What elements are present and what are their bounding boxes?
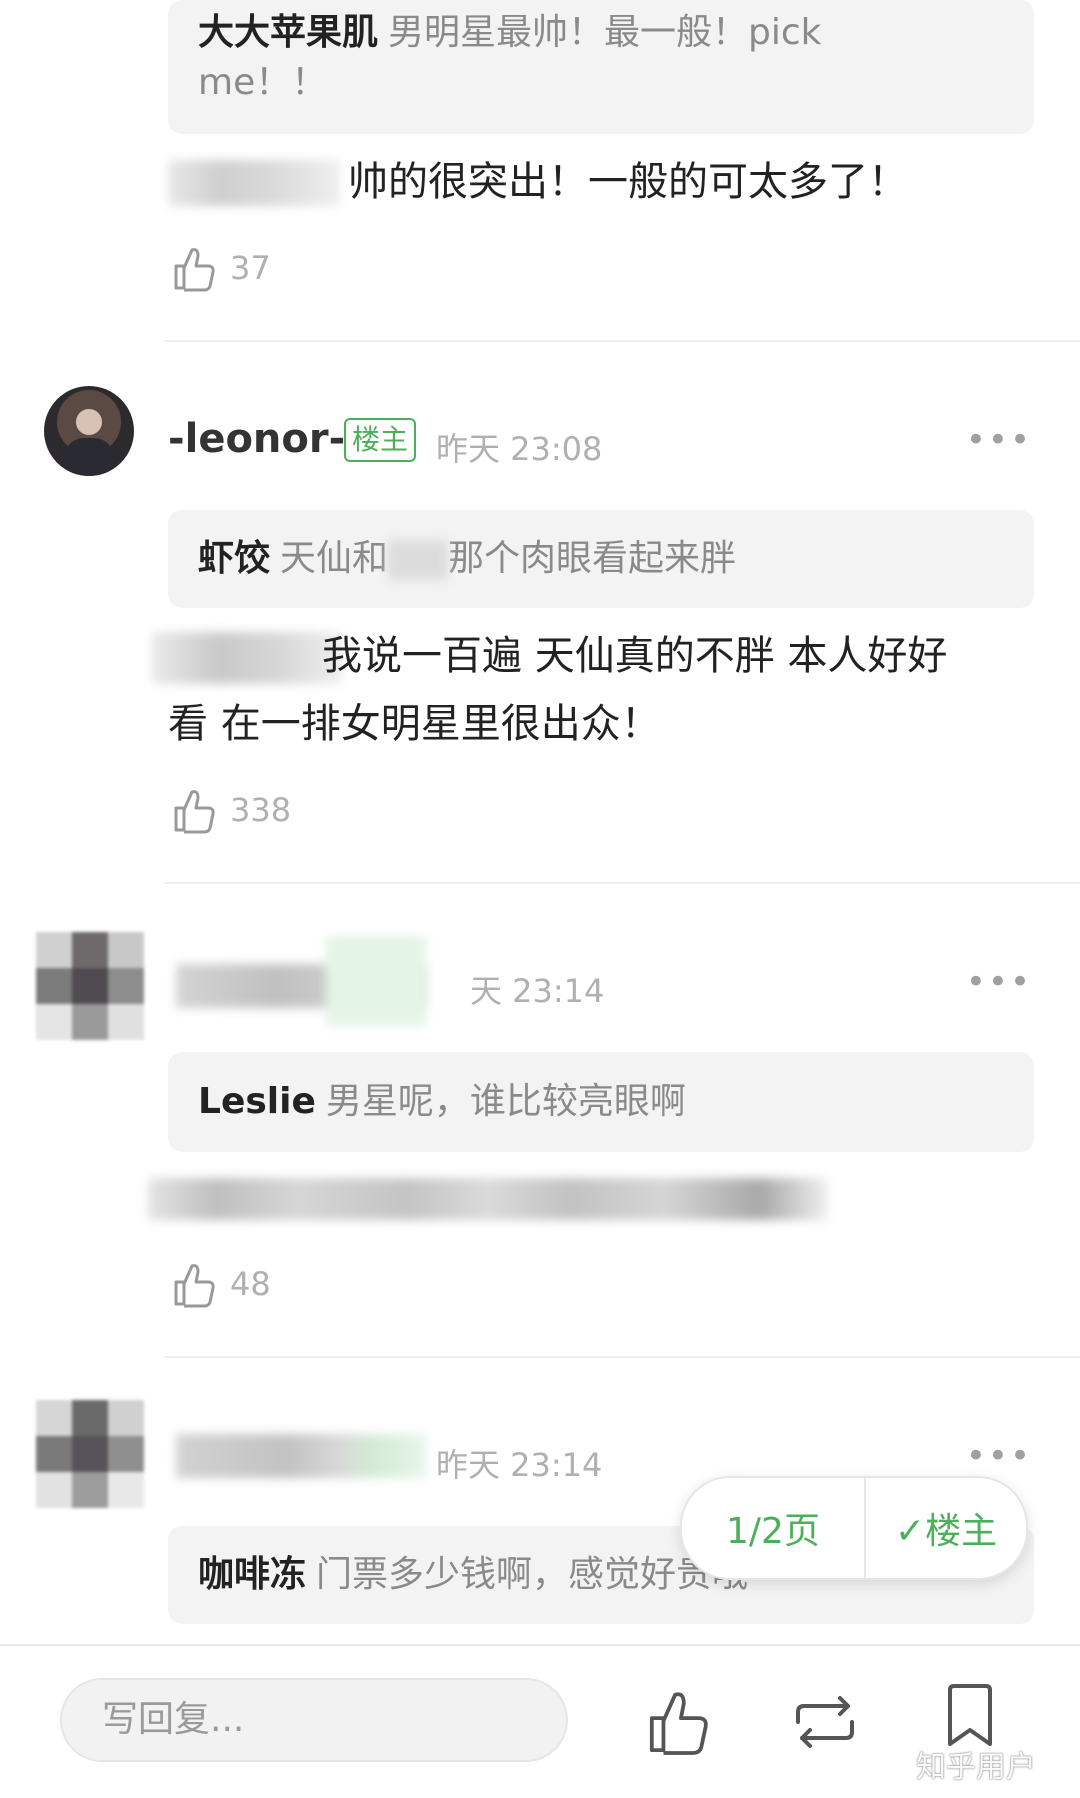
op-badge: 楼主	[344, 418, 417, 462]
redacted-text	[168, 160, 340, 206]
watermark: 知乎用户	[916, 1750, 1036, 1785]
quoted-reply: Leslie 男星呢，谁比较亮眼啊	[168, 1052, 1034, 1152]
quote-text: 男明星最帅！最一般！pick	[388, 12, 822, 53]
comment-body-line1: 我说一百遍 天仙真的不胖 本人好好	[322, 633, 948, 679]
like-button[interactable]: 37	[172, 244, 271, 292]
like-button[interactable]: 338	[172, 786, 291, 834]
comment-time: 昨天 23:08	[436, 430, 603, 468]
redacted-author-name	[176, 1434, 426, 1478]
author-name[interactable]: -leonor-	[168, 416, 345, 462]
floating-pager: 1/2页 ✓楼主	[680, 1476, 1028, 1580]
like-count: 37	[230, 249, 271, 287]
avatar-figure	[64, 438, 114, 476]
op-only-filter-label: 楼主	[925, 1511, 998, 1552]
quote-text: 门票多少钱啊，感觉好贵哦	[316, 1554, 749, 1595]
avatar[interactable]	[44, 386, 134, 476]
thumbs-up-icon	[174, 1264, 215, 1308]
comment-body-line2: 看 在一排女明星里很出众！	[168, 701, 661, 747]
thumbs-up-icon	[649, 1692, 708, 1755]
quote-author: 咖啡冻	[198, 1554, 307, 1595]
more-options-button[interactable]: •••	[966, 1436, 1032, 1476]
check-icon: ✓	[894, 1511, 926, 1552]
bottom-bar: 写回复... 知乎用户	[0, 1644, 1080, 1798]
like-count: 48	[230, 1265, 271, 1303]
comment-time: 天 23:14	[470, 972, 605, 1010]
comment-body: 帅的很突出！一般的可太多了！	[348, 159, 908, 205]
quote-text-continued: me！！	[198, 62, 328, 103]
repost-button[interactable]	[790, 1692, 860, 1752]
like-count: 338	[230, 791, 292, 829]
redacted-badge	[326, 936, 426, 1026]
redacted-comment-body	[148, 1178, 828, 1220]
avatar[interactable]	[36, 932, 144, 1040]
bookmark-button[interactable]	[944, 1684, 996, 1750]
more-options-button[interactable]: •••	[966, 962, 1032, 1002]
divider	[164, 340, 1080, 342]
quote-author: 大大苹果肌	[198, 12, 379, 53]
quote-text-continued: 那个肉眼看起来胖	[448, 538, 737, 579]
quoted-reply: 虾饺 天仙和 那个肉眼看起来胖	[168, 510, 1034, 608]
op-only-filter-button[interactable]: ✓楼主	[866, 1502, 1026, 1554]
reply-input[interactable]: 写回复...	[60, 1678, 568, 1762]
avatar[interactable]	[36, 1400, 144, 1508]
quote-author: 虾饺	[198, 538, 271, 579]
repost-icon	[796, 1696, 854, 1748]
thumbs-up-icon	[174, 790, 215, 834]
divider	[164, 1356, 1080, 1358]
thumbs-up-icon	[174, 248, 215, 292]
more-options-button[interactable]: •••	[966, 420, 1032, 460]
comment-time: 昨天 23:14	[436, 1446, 603, 1484]
divider	[164, 882, 1080, 884]
redacted-text	[388, 540, 449, 580]
like-button[interactable]: 48	[172, 1260, 271, 1308]
quote-text: 男星呢，谁比较亮眼啊	[325, 1081, 686, 1122]
quote-author: Leslie	[198, 1081, 316, 1122]
redacted-text	[152, 632, 342, 684]
bookmark-icon	[948, 1684, 992, 1746]
quoted-reply: 大大苹果肌 男明星最帅！最一般！pick me！！	[168, 0, 1034, 134]
page-indicator-button[interactable]: 1/2页	[682, 1502, 864, 1554]
quote-text: 天仙和	[280, 538, 389, 579]
like-post-button[interactable]	[646, 1686, 710, 1756]
